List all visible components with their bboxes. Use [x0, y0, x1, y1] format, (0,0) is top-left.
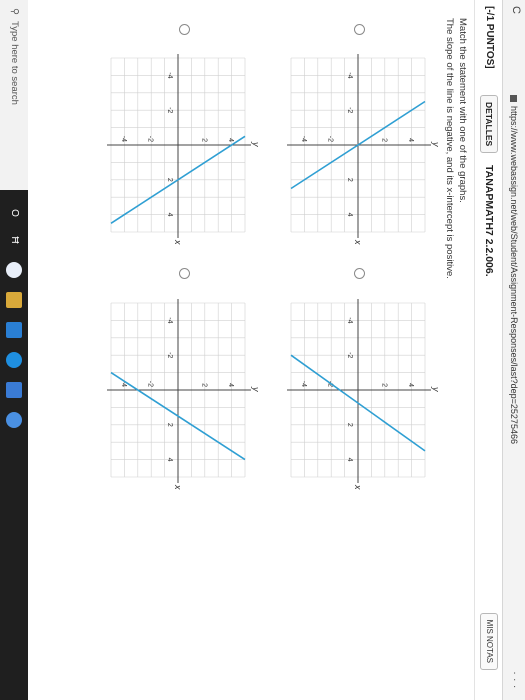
taskbar-search[interactable]: ⚲ Type here to search [0, 0, 28, 190]
x-tick-label: 4 [346, 458, 353, 462]
y-tick-label: 4 [407, 383, 414, 387]
graph-2: xy-4-4-2-22244 [287, 299, 441, 490]
url-text: https://www.webassign.net/web/Student/As… [509, 106, 519, 444]
y-axis-label: y [431, 141, 441, 147]
notes-button[interactable]: MIS NOTAS [480, 612, 498, 670]
y-tick-label: -2 [147, 381, 154, 387]
y-tick-label: -4 [300, 136, 307, 142]
search-placeholder: Type here to search [9, 20, 20, 105]
x-tick-label: 4 [166, 458, 173, 462]
y-axis-label: y [251, 141, 261, 147]
x-axis-label: x [353, 484, 363, 490]
x-tick-label: 2 [166, 423, 173, 427]
question-header: [-/1 PUNTOS] DETALLES TANAPMATH7 2.2.006… [474, 0, 503, 700]
cortana-icon[interactable]: O [6, 205, 22, 221]
task-view-icon[interactable]: Ħ [6, 232, 22, 248]
x-tick-label: -4 [346, 317, 353, 323]
x-tick-label: 2 [346, 178, 353, 182]
y-tick-label: -2 [327, 136, 334, 142]
y-tick-label: 4 [227, 383, 234, 387]
graph-4-radio[interactable] [179, 268, 190, 279]
points-label: [-/1 PUNTOS] [484, 6, 495, 69]
y-tick-label: 4 [227, 138, 234, 142]
y-tick-label: 2 [380, 138, 387, 142]
x-tick-label: 2 [346, 423, 353, 427]
y-axis-label: y [251, 386, 261, 392]
lock-icon [510, 95, 517, 102]
settings-icon[interactable] [6, 412, 22, 428]
y-tick-label: -4 [300, 381, 307, 387]
taskbar: ⚲ Type here to search O Ħ [0, 0, 28, 700]
reload-icon[interactable]: C [510, 6, 522, 14]
graph-1-radio[interactable] [354, 24, 365, 35]
y-tick-label: 4 [407, 138, 414, 142]
graph-3: x y -4 -4 -2 -2 2 2 4 4 [107, 54, 261, 245]
screen: C https://www.webassign.net/web/Student/… [0, 0, 525, 700]
graph-2-radio[interactable] [354, 268, 365, 279]
y-tick-label: 2 [200, 138, 207, 142]
edge-icon[interactable] [6, 352, 22, 368]
graph-1: x y -4 -4 -2 -2 2 2 4 4 [287, 54, 441, 245]
statement-text: The slope of the line is negative, and i… [444, 18, 455, 279]
file-explorer-icon[interactable] [6, 292, 22, 308]
graph-4: xy-4-4-2-22244 [107, 299, 261, 490]
search-icon: ⚲ [9, 8, 20, 15]
question-code: TANAPMATH7 2.2.006. [483, 165, 495, 277]
store-icon[interactable] [6, 322, 22, 338]
x-tick-label: 4 [346, 213, 353, 217]
address-bar[interactable]: https://www.webassign.net/web/Student/As… [507, 95, 521, 444]
x-axis-label: x [353, 239, 363, 245]
graph-3-radio[interactable] [179, 24, 190, 35]
details-button[interactable]: DETALLES [480, 95, 498, 154]
x-tick-label: -2 [166, 352, 173, 358]
y-tick-label: -2 [147, 136, 154, 142]
mail-icon[interactable] [6, 382, 22, 398]
y-axis-label: y [431, 386, 441, 392]
y-tick-label: 2 [200, 383, 207, 387]
browser-toolbar: C https://www.webassign.net/web/Student/… [502, 0, 525, 700]
x-tick-label: -4 [166, 72, 173, 78]
browser-menu-icon[interactable]: ... [511, 672, 522, 692]
chrome-icon[interactable] [6, 262, 22, 278]
x-tick-label: -4 [166, 317, 173, 323]
x-axis-label: x [173, 484, 183, 490]
x-tick-label: -4 [346, 72, 353, 78]
x-axis-label: x [173, 239, 183, 245]
x-tick-label: -2 [166, 107, 173, 113]
x-tick-label: -2 [346, 107, 353, 113]
y-tick-label: -4 [120, 136, 127, 142]
y-tick-label: 2 [380, 383, 387, 387]
x-tick-label: 2 [166, 178, 173, 182]
x-tick-label: -2 [346, 352, 353, 358]
x-tick-label: 4 [166, 213, 173, 217]
instruction-text: Match the statement with one of the grap… [457, 18, 468, 203]
